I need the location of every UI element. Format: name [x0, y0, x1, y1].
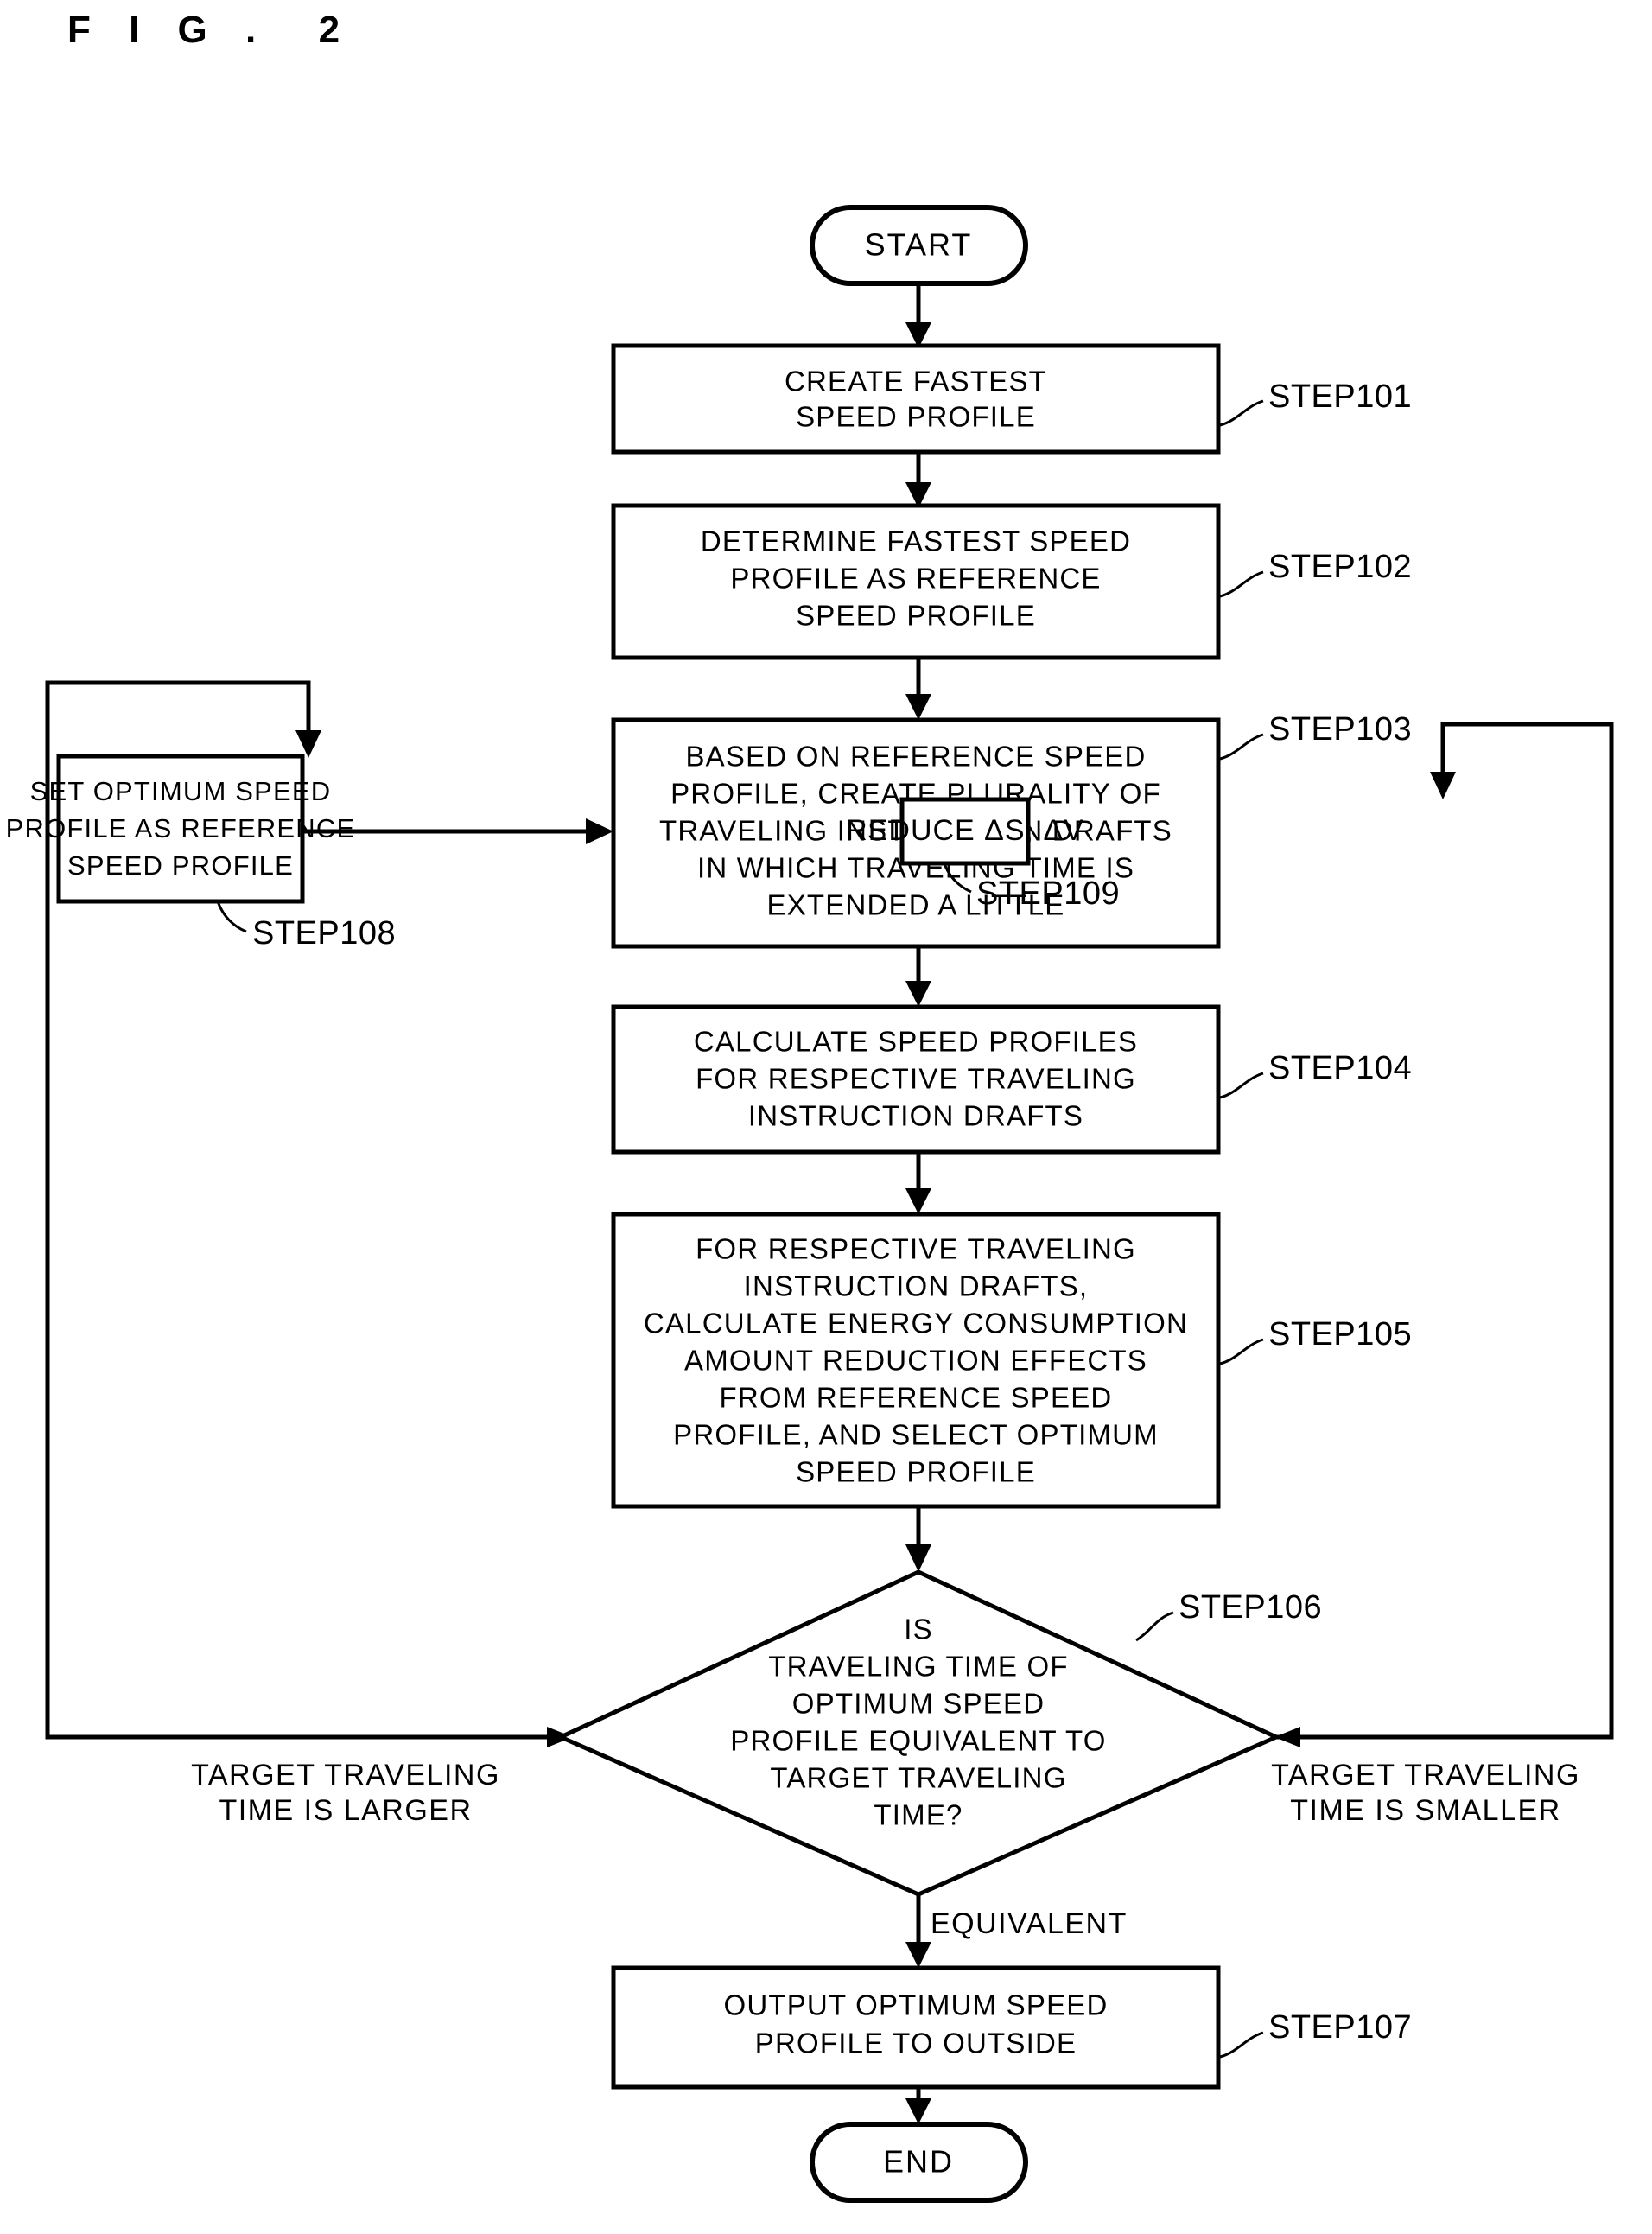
- step103-line-1: BASED ON REFERENCE SPEED: [685, 741, 1146, 773]
- node-start[interactable]: START: [810, 205, 1028, 286]
- step105-line-3: CALCULATE ENERGY CONSUMPTION: [644, 1308, 1188, 1340]
- step108-line-2: PROFILE AS REFERENCE: [6, 813, 356, 843]
- step107-line-2: PROFILE TO OUTSIDE: [755, 2027, 1077, 2059]
- step104-tag: STEP104: [1268, 1050, 1412, 1086]
- label-step107: STEP107: [1219, 2009, 1412, 2059]
- step108-line-1: SET OPTIMUM SPEED: [30, 776, 332, 806]
- step106-line-4: PROFILE EQUIVALENT TO: [730, 1725, 1106, 1757]
- step105-line-4: AMOUNT REDUCTION EFFECTS: [684, 1345, 1147, 1377]
- step105-line-6: PROFILE, AND SELECT OPTIMUM: [673, 1419, 1159, 1451]
- label-equivalent-branch: EQUIVALENT: [931, 1907, 1128, 1940]
- node-step105[interactable]: FOR RESPECTIVE TRAVELING INSTRUCTION DRA…: [611, 1212, 1221, 1509]
- node-end[interactable]: END: [810, 2122, 1028, 2203]
- node-step104[interactable]: CALCULATE SPEED PROFILES FOR RESPECTIVE …: [611, 1004, 1221, 1155]
- edge-right-feedback-loop: [1274, 722, 1614, 1747]
- step102-line-3: SPEED PROFILE: [796, 600, 1036, 632]
- start-label: START: [865, 227, 973, 263]
- label-step103: STEP103: [1219, 711, 1412, 761]
- node-step108[interactable]: SET OPTIMUM SPEED PROFILE AS REFERENCE S…: [6, 754, 356, 904]
- edge-step102-to-step103: [905, 657, 931, 720]
- step108-line-3: SPEED PROFILE: [67, 850, 294, 881]
- step101-line-2: SPEED PROFILE: [796, 401, 1036, 433]
- edge-step105-to-step106: [905, 1505, 931, 1572]
- label-right-branch: TARGET TRAVELING TIME IS SMALLER: [1271, 1759, 1580, 1827]
- step109-line-1: REDUCE ΔS, ΔV: [846, 814, 1084, 847]
- step104-line-2: FOR RESPECTIVE TRAVELING: [696, 1063, 1136, 1095]
- step105-line-7: SPEED PROFILE: [796, 1456, 1036, 1488]
- step102-tag: STEP102: [1268, 549, 1412, 585]
- step108-tag: STEP108: [252, 915, 396, 952]
- step106-line-1: IS: [904, 1613, 933, 1645]
- step103-tag: STEP103: [1268, 711, 1412, 748]
- step106-tag: STEP106: [1179, 1589, 1322, 1626]
- flowchart-canvas: START CREATE FASTEST SPEED PROFILE STEP1…: [6, 205, 1614, 2203]
- step106-line-3: OPTIMUM SPEED: [792, 1688, 1045, 1720]
- label-left-branch: TARGET TRAVELING TIME IS LARGER: [191, 1759, 500, 1827]
- edge-step107-to-end: [905, 2087, 931, 2124]
- step102-line-1: DETERMINE FASTEST SPEED: [701, 525, 1131, 557]
- node-step107[interactable]: OUTPUT OPTIMUM SPEED PROFILE TO OUTSIDE: [611, 1965, 1221, 2090]
- label-step102: STEP102: [1219, 549, 1412, 598]
- edge-step101-to-step102: [905, 452, 931, 508]
- step102-line-2: PROFILE AS REFERENCE: [730, 563, 1101, 595]
- left-branch-line-2: TIME IS LARGER: [219, 1794, 472, 1827]
- label-step106: STEP106: [1135, 1589, 1322, 1642]
- end-label: END: [883, 2144, 954, 2180]
- label-step105: STEP105: [1219, 1316, 1412, 1365]
- label-step104: STEP104: [1219, 1050, 1412, 1099]
- step101-line-1: CREATE FASTEST: [785, 366, 1047, 398]
- step106-line-5: TARGET TRAVELING: [770, 1762, 1066, 1794]
- equivalent-label: EQUIVALENT: [931, 1907, 1128, 1940]
- right-branch-line-2: TIME IS SMALLER: [1290, 1794, 1560, 1827]
- step105-line-2: INSTRUCTION DRAFTS,: [744, 1270, 1089, 1302]
- label-step101: STEP101: [1219, 379, 1412, 427]
- step105-line-1: FOR RESPECTIVE TRAVELING: [696, 1233, 1136, 1265]
- step101-tag: STEP101: [1268, 379, 1412, 415]
- step109-tag: STEP109: [976, 875, 1120, 912]
- node-step101[interactable]: CREATE FASTEST SPEED PROFILE: [611, 343, 1221, 455]
- step104-line-1: CALCULATE SPEED PROFILES: [694, 1026, 1138, 1058]
- left-branch-line-1: TARGET TRAVELING: [191, 1759, 500, 1792]
- step106-line-2: TRAVELING TIME OF: [768, 1651, 1068, 1683]
- edge-step106-to-step107: [905, 1893, 931, 1968]
- edge-step103-to-step104: [905, 946, 931, 1007]
- step106-line-6: TIME?: [874, 1799, 963, 1831]
- right-branch-line-1: TARGET TRAVELING: [1271, 1759, 1580, 1792]
- step107-line-1: OUTPUT OPTIMUM SPEED: [723, 1989, 1108, 2021]
- edge-step104-to-step105: [905, 1151, 931, 1214]
- edge-start-to-step101: [905, 283, 931, 348]
- step105-line-5: FROM REFERENCE SPEED: [720, 1382, 1113, 1414]
- label-step108: STEP108: [216, 901, 396, 952]
- node-step106[interactable]: IS TRAVELING TIME OF OPTIMUM SPEED PROFI…: [555, 1569, 1282, 1897]
- node-step102[interactable]: DETERMINE FASTEST SPEED PROFILE AS REFER…: [611, 503, 1221, 660]
- step105-tag: STEP105: [1268, 1316, 1412, 1352]
- step107-tag: STEP107: [1268, 2009, 1412, 2046]
- step104-line-3: INSTRUCTION DRAFTS: [748, 1100, 1083, 1132]
